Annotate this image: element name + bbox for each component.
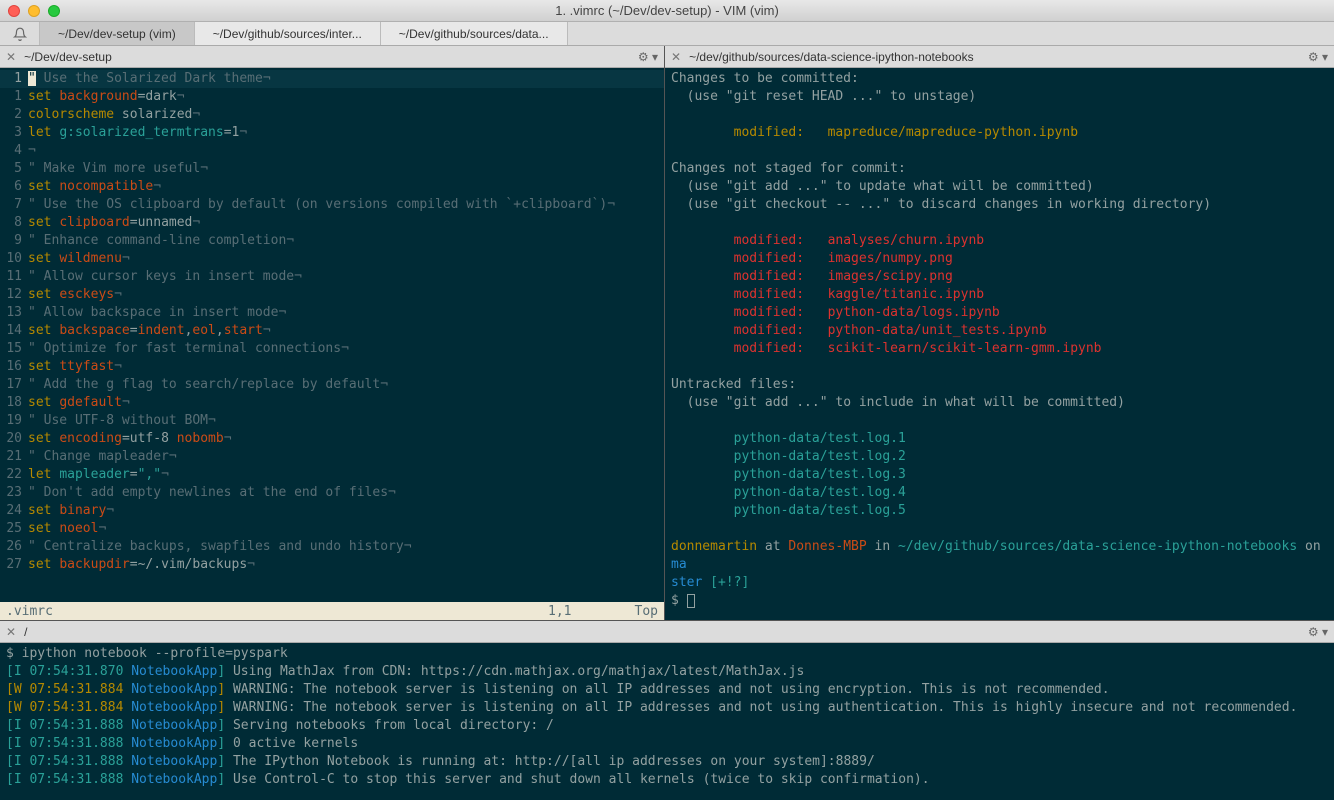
status-scroll: Top bbox=[608, 604, 658, 619]
code-line: 11" Allow cursor keys in insert mode¬ bbox=[0, 268, 664, 286]
code-line: 24set binary¬ bbox=[0, 502, 664, 520]
code-line: 20set encoding=utf-8 nobomb¬ bbox=[0, 430, 664, 448]
close-window-button[interactable] bbox=[8, 5, 20, 17]
notification-bell-icon[interactable] bbox=[0, 22, 40, 45]
bottom-pane-title: / bbox=[24, 625, 27, 639]
code-line: 26" Centralize backups, swapfiles and un… bbox=[0, 538, 664, 556]
code-line: 21" Change mapleader¬ bbox=[0, 448, 664, 466]
code-line: 22let mapleader=","¬ bbox=[0, 466, 664, 484]
tab-2[interactable]: ~/Dev/github/sources/data... bbox=[381, 22, 568, 45]
code-line: 4¬ bbox=[0, 142, 664, 160]
code-line: 7" Use the OS clipboard by default (on v… bbox=[0, 196, 664, 214]
code-line: 23" Don't add empty newlines at the end … bbox=[0, 484, 664, 502]
code-line: 5" Make Vim more useful¬ bbox=[0, 160, 664, 178]
code-line: 1" Use the Solarized Dark theme¬ bbox=[0, 70, 664, 88]
close-icon[interactable]: ✕ bbox=[6, 50, 16, 64]
window-titlebar: 1. .vimrc (~/Dev/dev-setup) - VIM (vim) bbox=[0, 0, 1334, 22]
status-filename: .vimrc bbox=[6, 604, 548, 619]
code-line: 6set nocompatible¬ bbox=[0, 178, 664, 196]
close-icon[interactable]: ✕ bbox=[6, 625, 16, 639]
code-line: 15" Optimize for fast terminal connectio… bbox=[0, 340, 664, 358]
left-pane-title: ~/Dev/dev-setup bbox=[24, 50, 112, 64]
window-title: 1. .vimrc (~/Dev/dev-setup) - VIM (vim) bbox=[0, 3, 1334, 18]
vim-editor[interactable]: 1" Use the Solarized Dark theme¬1set bac… bbox=[0, 68, 664, 620]
gear-icon[interactable]: ⚙ ▾ bbox=[638, 50, 658, 64]
bottom-pane: ✕ / ⚙ ▾ $ ipython notebook --profile=pys… bbox=[0, 620, 1334, 800]
code-line: 16set ttyfast¬ bbox=[0, 358, 664, 376]
left-pane: ✕ ~/Dev/dev-setup ⚙ ▾ 1" Use the Solariz… bbox=[0, 46, 664, 620]
code-line: 12set esckeys¬ bbox=[0, 286, 664, 304]
terminal-bottom[interactable]: $ ipython notebook --profile=pyspark[I 0… bbox=[0, 643, 1334, 800]
minimize-window-button[interactable] bbox=[28, 5, 40, 17]
code-line: 18set gdefault¬ bbox=[0, 394, 664, 412]
code-line: 1set background=dark¬ bbox=[0, 88, 664, 106]
right-pane-title: ~/dev/github/sources/data-science-ipytho… bbox=[689, 50, 974, 64]
terminal-right[interactable]: Changes to be committed: (use "git reset… bbox=[665, 68, 1334, 620]
code-line: 3let g:solarized_termtrans=1¬ bbox=[0, 124, 664, 142]
code-line: 27set backupdir=~/.vim/backups¬ bbox=[0, 556, 664, 574]
zoom-window-button[interactable] bbox=[48, 5, 60, 17]
code-line: 17" Add the g flag to search/replace by … bbox=[0, 376, 664, 394]
tab-0[interactable]: ~/Dev/dev-setup (vim) bbox=[40, 22, 195, 45]
tab-1[interactable]: ~/Dev/github/sources/inter... bbox=[195, 22, 381, 45]
vim-statusline: .vimrc 1,1 Top bbox=[0, 602, 664, 620]
close-icon[interactable]: ✕ bbox=[671, 50, 681, 64]
code-line: 25set noeol¬ bbox=[0, 520, 664, 538]
gear-icon[interactable]: ⚙ ▾ bbox=[1308, 50, 1328, 64]
gear-icon[interactable]: ⚙ ▾ bbox=[1308, 625, 1328, 639]
status-position: 1,1 bbox=[548, 604, 608, 619]
code-line: 9" Enhance command-line completion¬ bbox=[0, 232, 664, 250]
code-line: 19" Use UTF-8 without BOM¬ bbox=[0, 412, 664, 430]
traffic-lights bbox=[0, 5, 60, 17]
right-pane: ✕ ~/dev/github/sources/data-science-ipyt… bbox=[664, 46, 1334, 620]
code-line: 8set clipboard=unnamed¬ bbox=[0, 214, 664, 232]
code-line: 2colorscheme solarized¬ bbox=[0, 106, 664, 124]
right-pane-header: ✕ ~/dev/github/sources/data-science-ipyt… bbox=[665, 46, 1334, 68]
tabbar: ~/Dev/dev-setup (vim)~/Dev/github/source… bbox=[0, 22, 1334, 46]
code-line: 13" Allow backspace in insert mode¬ bbox=[0, 304, 664, 322]
code-line: 10set wildmenu¬ bbox=[0, 250, 664, 268]
code-line: 14set backspace=indent,eol,start¬ bbox=[0, 322, 664, 340]
bottom-pane-header: ✕ / ⚙ ▾ bbox=[0, 621, 1334, 643]
left-pane-header: ✕ ~/Dev/dev-setup ⚙ ▾ bbox=[0, 46, 664, 68]
